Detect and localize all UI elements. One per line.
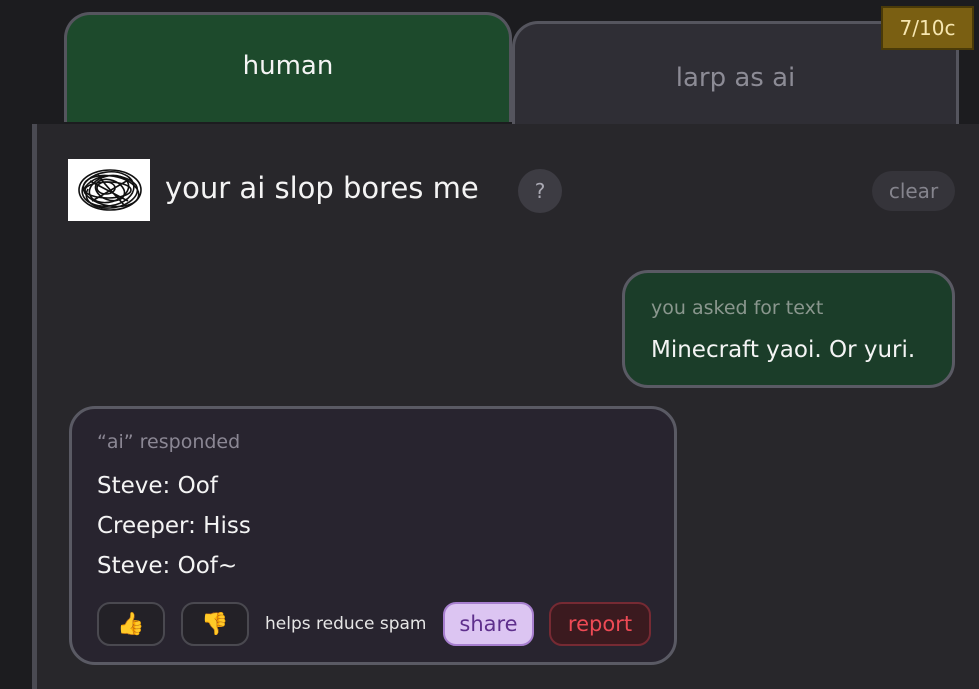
tab-human-label: human <box>242 51 334 81</box>
tab-larp-as-ai-label: larp as ai <box>675 63 796 93</box>
tab-human[interactable]: human <box>64 12 512 122</box>
scribble-avatar-icon <box>78 169 142 211</box>
page-title: your ai slop bores me <box>165 171 479 205</box>
spam-note: helps reduce spam <box>265 614 427 634</box>
user-message-caption: you asked for text <box>651 297 824 319</box>
ai-response-caption: “ai” responded <box>97 431 241 453</box>
user-message-text: Minecraft yaoi. Or yuri. <box>651 337 916 363</box>
avatar <box>68 159 150 221</box>
share-button[interactable]: share <box>443 602 534 646</box>
thumbs-down-button[interactable]: 👎 <box>181 602 249 646</box>
ai-response-line: Steve: Oof~ <box>97 553 238 579</box>
help-button[interactable]: ? <box>518 169 562 213</box>
report-button[interactable]: report <box>549 602 651 646</box>
thumbs-down-icon: 👎 <box>201 611 229 637</box>
ai-response-line: Creeper: Hiss <box>97 513 251 539</box>
ai-response-bubble: “ai” responded Steve: Oof Creeper: Hiss … <box>69 406 677 665</box>
credits-badge: 7/10c <box>881 6 974 50</box>
thumbs-up-button[interactable]: 👍 <box>97 602 165 646</box>
clear-button[interactable]: clear <box>872 171 955 211</box>
user-message-bubble: you asked for text Minecraft yaoi. Or yu… <box>622 270 955 388</box>
ai-response-line: Steve: Oof <box>97 473 218 499</box>
thumbs-up-icon: 👍 <box>117 611 145 637</box>
